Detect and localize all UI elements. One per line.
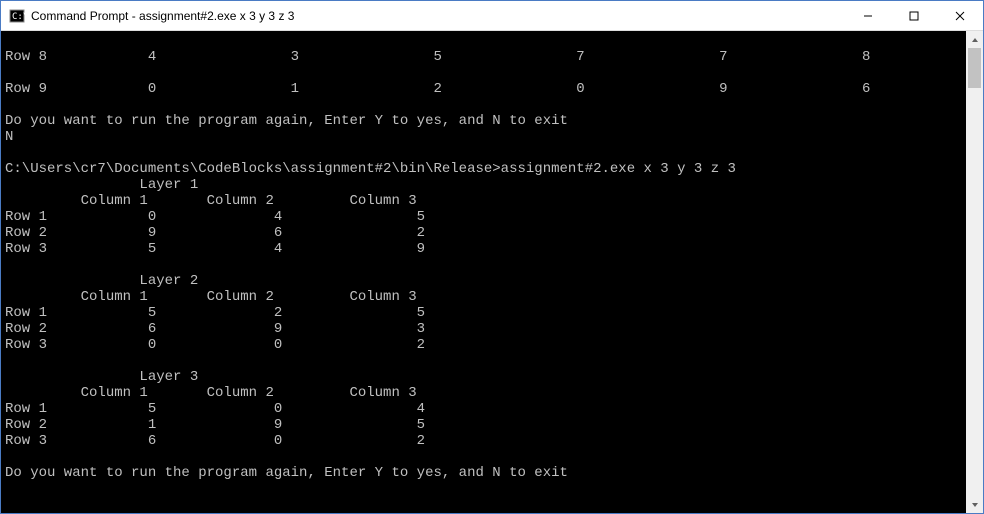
minimize-button[interactable] xyxy=(845,1,891,30)
maximize-icon xyxy=(909,11,919,21)
cmd-window: C:\ Command Prompt - assignment#2.exe x … xyxy=(0,0,984,514)
app-icon: C:\ xyxy=(9,8,25,24)
maximize-button[interactable] xyxy=(891,1,937,30)
scroll-down-button[interactable] xyxy=(966,496,983,513)
chevron-down-icon xyxy=(971,501,979,509)
client-area: Row 8 4 3 5 7 7 8 3 Row 9 0 1 2 0 xyxy=(1,31,983,513)
minimize-icon xyxy=(863,11,873,21)
scrollbar-track[interactable] xyxy=(966,48,983,496)
close-icon xyxy=(955,11,965,21)
scrollbar-vertical[interactable] xyxy=(966,31,983,513)
titlebar-buttons xyxy=(845,1,983,30)
scrollbar-thumb[interactable] xyxy=(968,48,981,88)
titlebar[interactable]: C:\ Command Prompt - assignment#2.exe x … xyxy=(1,1,983,31)
close-button[interactable] xyxy=(937,1,983,30)
window-title: Command Prompt - assignment#2.exe x 3 y … xyxy=(31,9,294,23)
chevron-up-icon xyxy=(971,36,979,44)
scroll-up-button[interactable] xyxy=(966,31,983,48)
terminal-output[interactable]: Row 8 4 3 5 7 7 8 3 Row 9 0 1 2 0 xyxy=(1,31,966,513)
svg-text:C:\: C:\ xyxy=(12,12,25,22)
